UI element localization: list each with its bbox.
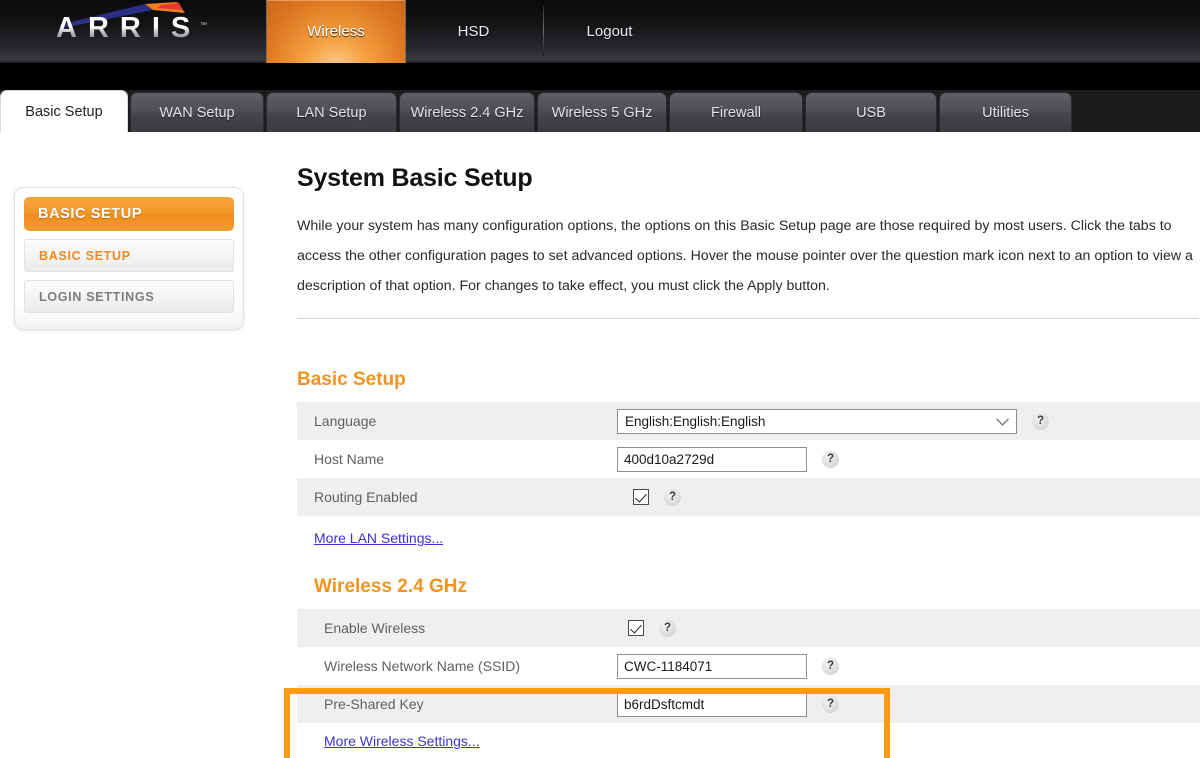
tab-wireless-5ghz[interactable]: Wireless 5 GHz <box>537 92 667 132</box>
form-row-ssid: Wireless Network Name (SSID) ? <box>297 647 1200 685</box>
tab-bar: Basic Setup WAN Setup LAN Setup Wireless… <box>0 90 1200 132</box>
help-icon-enable-wireless[interactable]: ? <box>659 620 676 637</box>
pre-shared-key-label: Pre-Shared Key <box>297 696 617 712</box>
form-row-enable-wireless: Enable Wireless ? <box>297 609 1200 647</box>
ssid-label: Wireless Network Name (SSID) <box>297 658 617 674</box>
page-title: System Basic Setup <box>297 164 1200 193</box>
sidebar-panel: BASIC SETUP BASIC SETUP LOGIN SETTINGS <box>14 187 244 330</box>
language-label: Language <box>297 413 617 429</box>
content-divider <box>297 318 1199 319</box>
top-header-black-strip <box>0 63 1200 90</box>
sidebar-item-basic-setup[interactable]: BASIC SETUP <box>24 239 234 272</box>
pre-shared-key-input[interactable] <box>617 692 807 717</box>
language-select[interactable]: English:English:English <box>617 409 1017 434</box>
chevron-down-icon <box>996 413 1009 426</box>
form-row-host-name: Host Name ? <box>297 440 1200 478</box>
language-select-value: English:English:English <box>625 414 765 429</box>
form-row-language: Language English:English:English ? <box>297 402 1200 440</box>
sidebar-header: BASIC SETUP <box>24 197 234 231</box>
help-icon-ssid[interactable]: ? <box>822 658 839 675</box>
main-content: System Basic Setup While your system has… <box>297 132 1200 751</box>
sidebar-item-login-settings[interactable]: LOGIN SETTINGS <box>24 280 234 313</box>
enable-wireless-checkbox[interactable] <box>628 620 644 636</box>
topnav-divider-1 <box>543 6 544 56</box>
topnav-item-hsd[interactable]: HSD <box>416 0 531 63</box>
tab-utilities[interactable]: Utilities <box>939 92 1072 132</box>
help-icon-language[interactable]: ? <box>1032 413 1049 430</box>
more-lan-settings-link[interactable]: More LAN Settings... <box>314 530 443 546</box>
wireless-form: Enable Wireless ? Wireless Network Name … <box>297 609 1200 723</box>
routing-enabled-label: Routing Enabled <box>297 489 617 505</box>
tab-firewall[interactable]: Firewall <box>669 92 803 132</box>
top-header-bar: ARRIS ™ Wireless HSD Logout <box>0 0 1200 90</box>
host-name-input[interactable] <box>617 447 807 472</box>
topnav-item-wireless[interactable]: Wireless <box>266 0 406 63</box>
routing-enabled-checkbox[interactable] <box>633 489 649 505</box>
topnav-item-logout[interactable]: Logout <box>552 0 667 63</box>
enable-wireless-label: Enable Wireless <box>297 620 617 636</box>
section-heading-wireless-24ghz: Wireless 2.4 GHz <box>314 576 1200 598</box>
tab-usb[interactable]: USB <box>805 92 937 132</box>
page-description: While your system has many configuration… <box>297 211 1199 301</box>
help-icon-host-name[interactable]: ? <box>822 451 839 468</box>
section-heading-basic-setup: Basic Setup <box>297 369 1200 391</box>
tab-lan-setup[interactable]: LAN Setup <box>266 92 397 132</box>
help-icon-pre-shared-key[interactable]: ? <box>822 696 839 713</box>
tab-wan-setup[interactable]: WAN Setup <box>130 92 264 132</box>
form-row-routing-enabled: Routing Enabled ? <box>297 478 1200 516</box>
tab-wireless-24ghz[interactable]: Wireless 2.4 GHz <box>399 92 535 132</box>
host-name-label: Host Name <box>297 451 617 467</box>
form-row-pre-shared-key: Pre-Shared Key ? <box>297 685 1200 723</box>
basic-setup-form: Language English:English:English ? Host … <box>297 402 1200 516</box>
top-navigation: Wireless HSD Logout <box>0 0 1200 63</box>
more-wireless-settings-link[interactable]: More Wireless Settings... <box>324 733 480 749</box>
page-body: BASIC SETUP BASIC SETUP LOGIN SETTINGS S… <box>0 132 1200 758</box>
tab-basic-setup[interactable]: Basic Setup <box>0 90 128 132</box>
ssid-input[interactable] <box>617 654 807 679</box>
help-icon-routing-enabled[interactable]: ? <box>664 489 681 506</box>
